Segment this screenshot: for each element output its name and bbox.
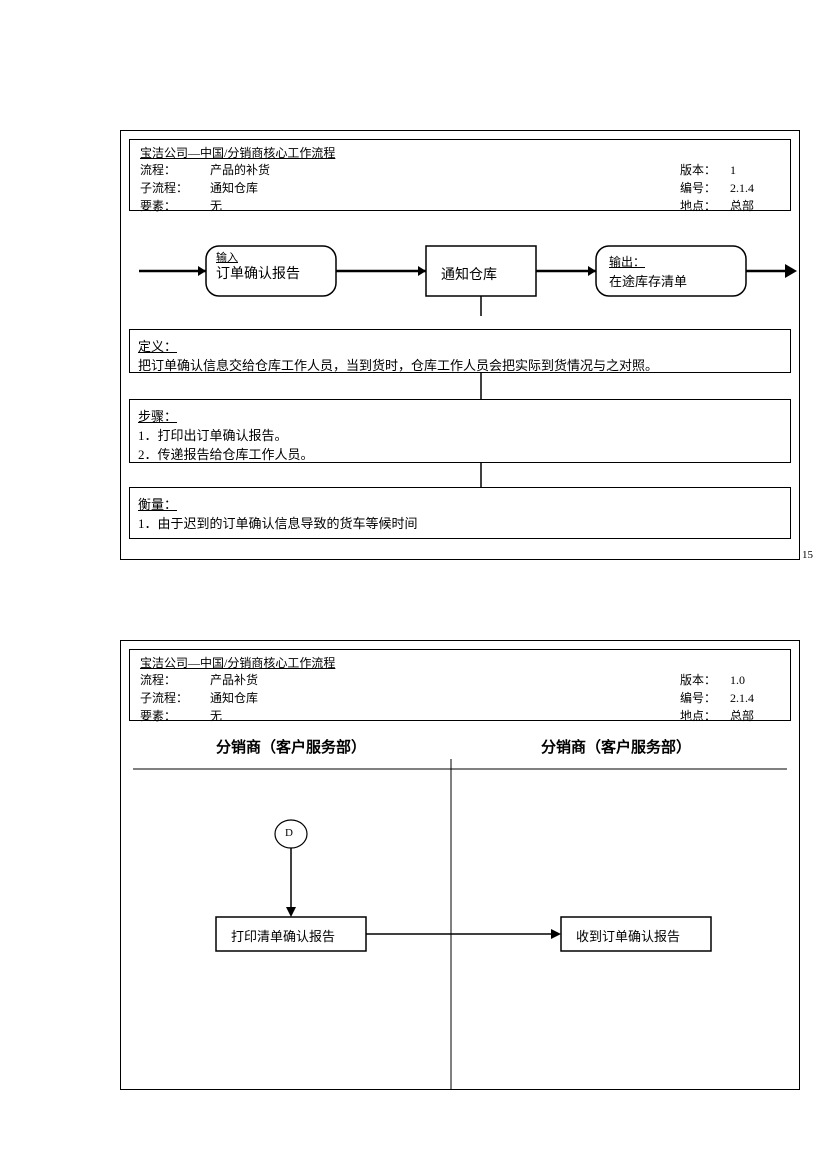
hdr-l: 流程：	[140, 161, 210, 179]
panel1-title: 宝洁公司—中国/分销商核心工作流程	[140, 144, 780, 161]
node-d-label: D	[285, 827, 293, 839]
hdr-rv: 总部	[730, 707, 780, 725]
hdr-l: 子流程：	[140, 689, 210, 707]
hdr-rv: 2.1.4	[730, 689, 780, 707]
hdr-m: 无	[210, 707, 680, 725]
panel1-hdr-row-0: 流程： 产品的补货 版本： 1	[140, 161, 780, 179]
step-2: 2．传递报告给仓库工作人员。	[138, 447, 314, 462]
hdr-m: 产品补货	[210, 671, 680, 689]
col-left-head: 分销商（客户服务部）	[216, 736, 366, 757]
output-text: 在途库存清单	[609, 271, 687, 290]
panel-1: 宝洁公司—中国/分销商核心工作流程 流程： 产品的补货 版本： 1 子流程： 通…	[120, 130, 800, 560]
panel-2: 宝洁公司—中国/分销商核心工作流程 流程： 产品补货 版本： 1.0 子流程： …	[120, 640, 800, 1090]
output-label: 输出：	[609, 253, 645, 270]
step-1: 1．打印出订单确认报告。	[138, 428, 288, 443]
box-left-text: 打印清单确认报告	[231, 926, 335, 945]
hdr-rv: 1.0	[730, 671, 780, 689]
panel1-hdr-row-2: 要素： 无 地点： 总部	[140, 197, 780, 215]
hdr-l: 子流程：	[140, 179, 210, 197]
definition-text: 把订单确认信息交给仓库工作人员，当到货时，仓库工作人员会把实际到货情况与之对照。	[138, 358, 658, 373]
steps-label: 步骤：	[138, 409, 177, 424]
hdr-m: 产品的补货	[210, 161, 680, 179]
box-right-text: 收到订单确认报告	[576, 926, 680, 945]
hdr-rv: 总部	[730, 197, 780, 215]
col-right-head: 分销商（客户服务部）	[541, 736, 691, 757]
panel1-hdr-row-1: 子流程： 通知仓库 编号： 2.1.4	[140, 179, 780, 197]
hdr-m: 无	[210, 197, 680, 215]
hdr-rl: 版本：	[680, 671, 730, 689]
panel2-header: 宝洁公司—中国/分销商核心工作流程 流程： 产品补货 版本： 1.0 子流程： …	[129, 649, 791, 721]
measure-label: 衡量：	[138, 497, 177, 512]
panel2-swimlane-svg	[121, 759, 799, 1089]
hdr-rv: 2.1.4	[730, 179, 780, 197]
definition-label: 定义：	[138, 339, 177, 354]
input-text: 订单确认报告	[216, 263, 300, 283]
hdr-l: 流程：	[140, 671, 210, 689]
measure-box: 衡量： 1．由于迟到的订单确认信息导致的货车等候时间	[129, 487, 791, 539]
panel2-hdr-row-1: 子流程： 通知仓库 编号： 2.1.4	[140, 689, 780, 707]
hdr-rl: 地点：	[680, 197, 730, 215]
hdr-rl: 版本：	[680, 161, 730, 179]
hdr-m: 通知仓库	[210, 179, 680, 197]
connector-1	[479, 373, 483, 401]
hdr-rl: 编号：	[680, 689, 730, 707]
center-text: 通知仓库	[441, 264, 497, 284]
panel2-hdr-row-2: 要素： 无 地点： 总部	[140, 707, 780, 725]
measure-1: 1．由于迟到的订单确认信息导致的货车等候时间	[138, 516, 418, 531]
page: 宝洁公司—中国/分销商核心工作流程 流程： 产品的补货 版本： 1 子流程： 通…	[0, 0, 826, 1169]
panel1-header: 宝洁公司—中国/分销商核心工作流程 流程： 产品的补货 版本： 1 子流程： 通…	[129, 139, 791, 211]
steps-box: 步骤： 1．打印出订单确认报告。 2．传递报告给仓库工作人员。	[129, 399, 791, 463]
page-number: 15	[802, 549, 813, 561]
hdr-rl: 地点：	[680, 707, 730, 725]
connector-2	[479, 463, 483, 489]
definition-box: 定义： 把订单确认信息交给仓库工作人员，当到货时，仓库工作人员会把实际到货情况与…	[129, 329, 791, 373]
panel2-hdr-row-0: 流程： 产品补货 版本： 1.0	[140, 671, 780, 689]
hdr-rv: 1	[730, 161, 780, 179]
hdr-rl: 编号：	[680, 179, 730, 197]
hdr-m: 通知仓库	[210, 689, 680, 707]
panel2-title: 宝洁公司—中国/分销商核心工作流程	[140, 654, 780, 671]
hdr-l: 要素：	[140, 197, 210, 215]
hdr-l: 要素：	[140, 707, 210, 725]
